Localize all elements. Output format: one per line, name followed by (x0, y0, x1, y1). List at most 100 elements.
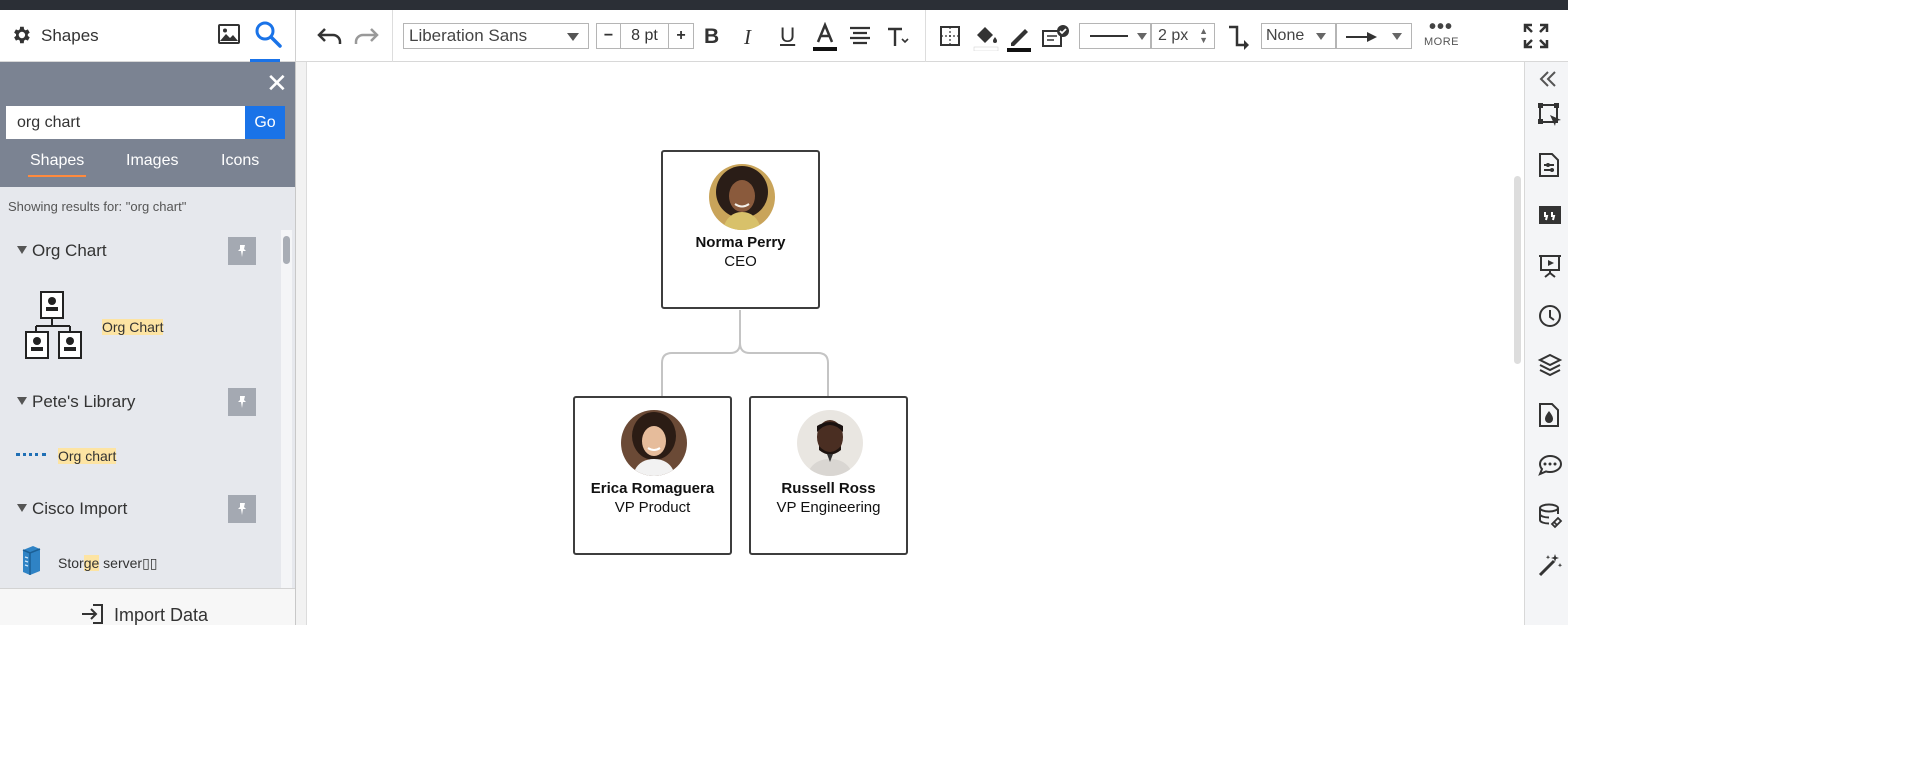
history-icon[interactable] (1537, 303, 1563, 329)
collapse-panel-icon[interactable] (1538, 70, 1558, 88)
line-width-stepper[interactable]: 2 px ▲ ▼ (1151, 23, 1215, 49)
tab-shapes[interactable]: Shapes (27, 152, 87, 177)
canvas-page[interactable]: Norma Perry CEO Erica Romaguera VP Produ… (306, 62, 1524, 625)
stepper-arrows-icon[interactable]: ▲ ▼ (1199, 27, 1208, 45)
library-name: Pete's Library (32, 392, 136, 411)
library-item-org-chart-line[interactable]: Org chart (58, 448, 117, 464)
layers-icon[interactable] (1537, 352, 1563, 378)
pin-icon[interactable] (228, 388, 256, 416)
item-text-tail: ▯▯ (142, 555, 158, 571)
library-item-org-chart[interactable]: Org Chart (102, 319, 164, 335)
fullscreen-icon[interactable] (1523, 23, 1549, 49)
go-button[interactable]: Go (245, 106, 285, 139)
search-icon[interactable] (254, 20, 282, 48)
item-text-highlight: ge (83, 555, 100, 571)
font-size-increase-button[interactable]: + (669, 24, 693, 48)
align-center-icon[interactable] (849, 26, 871, 46)
avatar (621, 410, 687, 476)
import-data-label: Import Data (114, 605, 209, 625)
text-color-icon[interactable] (812, 22, 838, 52)
org-node-vp-product[interactable]: Erica Romaguera VP Product (573, 396, 732, 555)
canvas-area[interactable]: Norma Perry CEO Erica Romaguera VP Produ… (296, 62, 1524, 625)
redo-icon[interactable] (352, 24, 380, 48)
org-chart-icon[interactable] (24, 290, 84, 360)
presentation-icon[interactable] (1537, 253, 1563, 279)
line-end-select[interactable] (1336, 23, 1412, 49)
line-start-value: None (1266, 27, 1305, 44)
library-item-storage-server[interactable]: Storge server▯▯ (58, 555, 157, 572)
chevron-down-icon (1137, 33, 1147, 40)
toolbar: Shapes Liberation Sans − 8 pt + B I U 2 … (0, 10, 1568, 62)
person-name: Russell Ross (781, 480, 876, 497)
search-tabs: Shapes Images Icons (0, 150, 295, 184)
bold-icon[interactable]: B (704, 25, 719, 49)
comments-icon[interactable] (1537, 453, 1563, 477)
fill-color-icon[interactable] (972, 23, 1000, 51)
panel-title: Shapes (41, 26, 99, 45)
storage-server-icon[interactable] (20, 544, 42, 576)
line-color-icon[interactable] (1006, 23, 1032, 53)
top-strip (0, 0, 1568, 10)
font-size-decrease-button[interactable]: − (597, 24, 621, 48)
avatar (709, 164, 775, 230)
chevron-down-icon (1392, 33, 1402, 40)
person-name: Norma Perry (695, 234, 786, 251)
item-text-prefix: Stor (58, 555, 84, 571)
select-shape-icon[interactable] (1537, 102, 1563, 128)
close-icon[interactable]: ✕ (266, 70, 288, 96)
pin-icon[interactable] (228, 237, 256, 265)
font-family-select[interactable]: Liberation Sans (403, 23, 589, 49)
library-header-petes-library[interactable]: Pete's Library (0, 388, 280, 416)
sidebar-scrollbar-thumb[interactable] (283, 236, 290, 264)
line-style-select[interactable] (1079, 23, 1151, 49)
tab-images[interactable]: Images (126, 152, 178, 170)
theme-icon[interactable] (1537, 402, 1561, 428)
search-results-caption: Showing results for: "org chart" (8, 199, 187, 214)
canvas-scrollbar-thumb[interactable] (1514, 176, 1521, 364)
italic-icon[interactable]: I (744, 25, 751, 50)
separator (925, 10, 926, 62)
pin-icon[interactable] (228, 495, 256, 523)
font-size-value[interactable]: 8 pt (621, 24, 669, 48)
library-name: Cisco Import (32, 499, 128, 518)
border-style-icon[interactable] (939, 25, 961, 47)
data-link-icon[interactable] (1537, 502, 1565, 530)
font-size-stepper[interactable]: − 8 pt + (596, 23, 694, 49)
library-header-org-chart[interactable]: Org Chart (0, 237, 280, 265)
line-start-select[interactable]: None (1261, 23, 1336, 49)
person-name: Erica Romaguera (590, 480, 715, 497)
shape-options-icon[interactable] (1041, 23, 1071, 49)
connector-style-icon[interactable] (1226, 24, 1252, 50)
item-text-suffix: server (99, 555, 143, 571)
search-input[interactable] (6, 106, 245, 139)
more-button[interactable]: ••• MORE (1424, 16, 1459, 48)
collapse-triangle-icon[interactable] (17, 504, 27, 512)
image-icon[interactable] (217, 22, 241, 46)
tab-icons[interactable]: Icons (221, 152, 259, 170)
avatar (797, 410, 863, 476)
org-connectors (661, 310, 829, 396)
person-role: VP Engineering (776, 499, 881, 516)
dotted-line-icon[interactable] (16, 453, 46, 456)
sidebar-scrollbar-track[interactable] (281, 230, 292, 588)
collapse-triangle-icon[interactable] (17, 246, 27, 254)
undo-icon[interactable] (316, 24, 344, 48)
org-node-vp-engineering[interactable]: Russell Ross VP Engineering (749, 396, 908, 555)
underline-icon[interactable]: U (780, 24, 795, 48)
arrow-end-icon (1346, 32, 1377, 42)
import-data-button[interactable]: Import Data (0, 588, 295, 625)
text-options-icon[interactable] (886, 26, 910, 48)
library-header-cisco-import[interactable]: Cisco Import (0, 495, 280, 523)
collapse-triangle-icon[interactable] (17, 397, 27, 405)
page-settings-icon[interactable] (1537, 152, 1561, 178)
gear-icon[interactable] (10, 24, 32, 46)
search-panel: ✕ Go Shapes Images Icons (0, 62, 295, 187)
chevron-down-icon (1316, 33, 1326, 40)
org-node-ceo[interactable]: Norma Perry CEO (661, 150, 820, 309)
person-role: CEO (724, 253, 757, 270)
more-dots-icon: ••• (1428, 16, 1453, 38)
shapes-sidebar: ✕ Go Shapes Images Icons Showing results… (0, 62, 296, 625)
quote-icon[interactable] (1537, 204, 1563, 228)
chevron-down-icon (567, 33, 579, 41)
magic-wand-icon[interactable] (1537, 552, 1563, 578)
